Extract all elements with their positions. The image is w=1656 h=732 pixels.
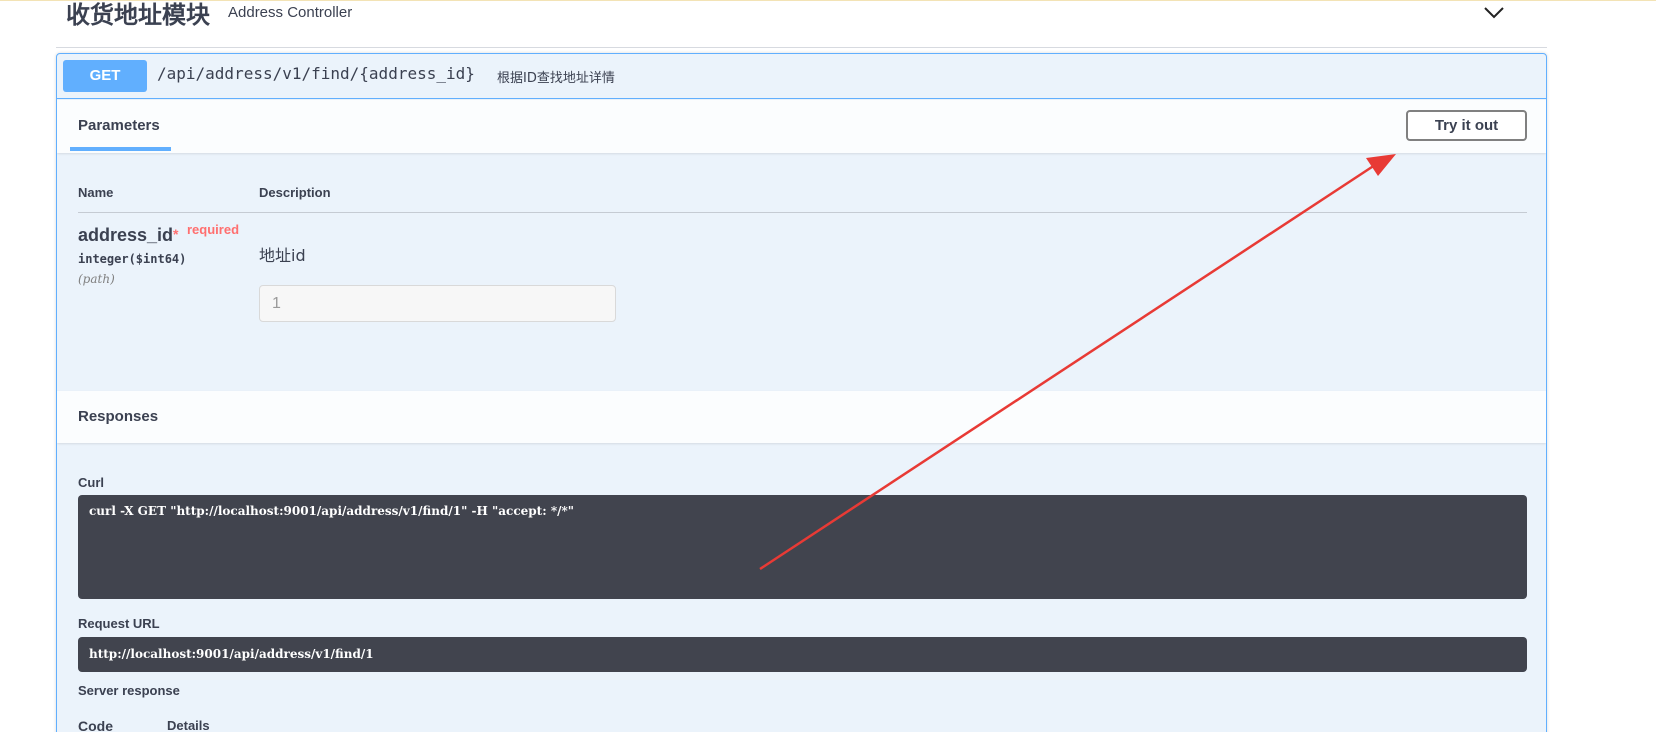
request-url-block[interactable]: http://localhost:9001/api/address/v1/fin… (78, 637, 1527, 672)
address-id-input[interactable]: 1 (259, 285, 616, 322)
tag-header[interactable]: 收货地址模块 Address Controller (56, 0, 1547, 48)
method-badge: GET (63, 60, 147, 92)
tag-description: Address Controller (228, 4, 353, 21)
responses-header: Responses (57, 391, 1546, 443)
parameters-header: Parameters Try it out (57, 100, 1546, 153)
try-it-out-button[interactable]: Try it out (1406, 110, 1527, 141)
curl-label: Curl (78, 475, 104, 490)
tag-title: 收货地址模块 (66, 1, 210, 29)
curl-code-block[interactable]: curl -X GET "http://localhost:9001/api/a… (78, 495, 1527, 599)
responses-title: Responses (78, 408, 159, 425)
param-description: 地址id (259, 246, 306, 265)
divider (78, 212, 1527, 213)
param-location: (path) (78, 272, 115, 286)
required-star: * (173, 226, 179, 242)
param-type: integer($int64) (78, 252, 187, 266)
operation-summary[interactable]: GET /api/address/v1/find/{address_id} 根据… (57, 54, 1546, 99)
column-header-code: Code (78, 718, 113, 732)
server-response-label: Server response (78, 683, 180, 698)
param-name: address_id (78, 225, 174, 245)
operation-path: /api/address/v1/find/{address_id} (157, 64, 475, 83)
tab-parameters[interactable]: Parameters (78, 117, 160, 134)
operation-summary-text: 根据ID查找地址详情 (497, 71, 615, 86)
tab-underline (70, 147, 171, 151)
column-header-details: Details (167, 718, 210, 732)
request-url-label: Request URL (78, 616, 160, 631)
required-label: required (187, 222, 240, 237)
chevron-down-icon[interactable] (1481, 2, 1507, 22)
column-header-description: Description (259, 185, 331, 200)
operation-block: GET /api/address/v1/find/{address_id} 根据… (56, 53, 1547, 732)
column-header-name: Name (78, 185, 114, 200)
